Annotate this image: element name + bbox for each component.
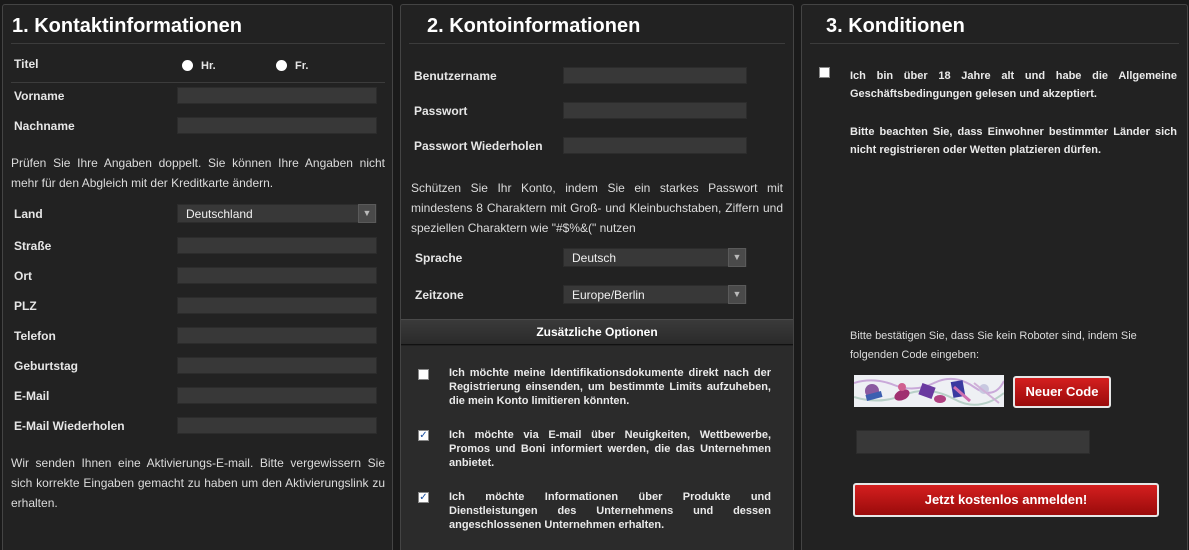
conditions-panel: 3. Konditionen Ich bin über 18 Jahre alt… — [801, 4, 1188, 550]
submit-button[interactable]: Jetzt kostenlos anmelden! — [853, 483, 1159, 517]
options-area: Ich möchte meine Identifikationsdokument… — [401, 346, 793, 550]
lastname-label: Nachname — [14, 119, 75, 133]
email-repeat-input[interactable] — [177, 417, 377, 434]
radio-mr[interactable] — [182, 60, 193, 71]
street-label: Straße — [14, 239, 52, 253]
email-repeat-label: E-Mail Wiederholen — [14, 419, 125, 433]
language-label: Sprache — [415, 251, 463, 265]
email-input[interactable] — [177, 387, 377, 404]
country-select-value: Deutschland — [186, 207, 253, 221]
street-input[interactable] — [177, 237, 377, 254]
options-header: Zusätzliche Optionen — [401, 319, 793, 345]
country-label: Land — [14, 207, 43, 221]
radio-mrs-label: Fr. — [295, 60, 309, 72]
account-panel: 2. Kontoinformationen Benutzername Passw… — [400, 4, 794, 550]
captcha-input[interactable] — [856, 430, 1090, 454]
username-label: Benutzername — [414, 69, 497, 83]
option-newsletter-text: Ich möchte via E-mail über Neuigkeiten, … — [449, 429, 771, 469]
divider — [11, 82, 385, 83]
zip-label: PLZ — [14, 299, 37, 313]
username-input[interactable] — [563, 67, 747, 84]
account-panel-title: 2. Kontoinformationen — [427, 15, 641, 37]
new-code-button[interactable]: Neuer Code — [1013, 376, 1111, 408]
captcha-prompt: Bitte bestätigen Sie, dass Sie kein Robo… — [850, 330, 1137, 361]
residents-note: Bitte beachten Sie, dass Einwohner besti… — [850, 126, 1177, 156]
contact-panel: 1. Kontaktinformationen Titel Hr. Fr. Vo… — [2, 4, 393, 550]
title-divider — [409, 43, 785, 44]
city-input[interactable] — [177, 267, 377, 284]
option-checkbox-documents[interactable] — [418, 369, 429, 380]
option-documents-text: Ich möchte meine Identifikationsdokument… — [449, 367, 771, 407]
city-label: Ort — [14, 269, 32, 283]
option-checkbox-products[interactable]: ✓ — [418, 492, 429, 503]
zip-input[interactable] — [177, 297, 377, 314]
chevron-down-icon[interactable]: ▼ — [728, 285, 746, 304]
password-repeat-label: Passwort Wiederholen — [414, 139, 543, 153]
phone-label: Telefon — [14, 329, 56, 343]
timezone-select[interactable]: Europe/Berlin ▼ — [563, 285, 747, 304]
terms-text: Ich bin über 18 Jahre alt und habe die A… — [850, 70, 1177, 100]
password-note: Schützen Sie Ihr Konto, indem Sie ein st… — [411, 181, 783, 235]
title-divider — [11, 43, 385, 44]
chevron-down-icon[interactable]: ▼ — [358, 204, 376, 223]
timezone-select-value: Europe/Berlin — [572, 288, 645, 302]
timezone-label: Zeitzone — [415, 288, 464, 302]
terms-checkbox[interactable] — [819, 67, 830, 78]
firstname-label: Vorname — [14, 89, 65, 103]
captcha-image — [854, 375, 1004, 407]
email-label: E-Mail — [14, 389, 50, 403]
language-select-value: Deutsch — [572, 251, 617, 265]
salutation-label: Titel — [14, 57, 39, 71]
captcha-graphic — [854, 375, 1004, 407]
chevron-down-icon[interactable]: ▼ — [728, 248, 746, 267]
conditions-panel-title: 3. Konditionen — [826, 15, 965, 37]
verify-note: Prüfen Sie Ihre Angaben doppelt. Sie kön… — [11, 156, 385, 190]
firstname-input[interactable] — [177, 87, 377, 104]
radio-mr-label: Hr. — [201, 60, 216, 72]
password-input[interactable] — [563, 102, 747, 119]
birthday-input[interactable] — [177, 357, 377, 374]
password-label: Passwort — [414, 104, 468, 118]
title-divider — [810, 43, 1179, 44]
radio-mrs[interactable] — [276, 60, 287, 71]
password-repeat-input[interactable] — [563, 137, 747, 154]
lastname-input[interactable] — [177, 117, 377, 134]
country-select[interactable]: Deutschland ▼ — [177, 204, 377, 223]
option-products-text: Ich möchte Informationen über Produkte u… — [449, 491, 771, 531]
option-checkbox-newsletter[interactable]: ✓ — [418, 430, 429, 441]
language-select[interactable]: Deutsch ▼ — [563, 248, 747, 267]
contact-panel-title: 1. Kontaktinformationen — [12, 15, 243, 37]
birthday-label: Geburtstag — [14, 359, 79, 373]
activation-note: Wir senden Ihnen eine Aktivierungs-E-mai… — [11, 456, 385, 510]
phone-input[interactable] — [177, 327, 377, 344]
